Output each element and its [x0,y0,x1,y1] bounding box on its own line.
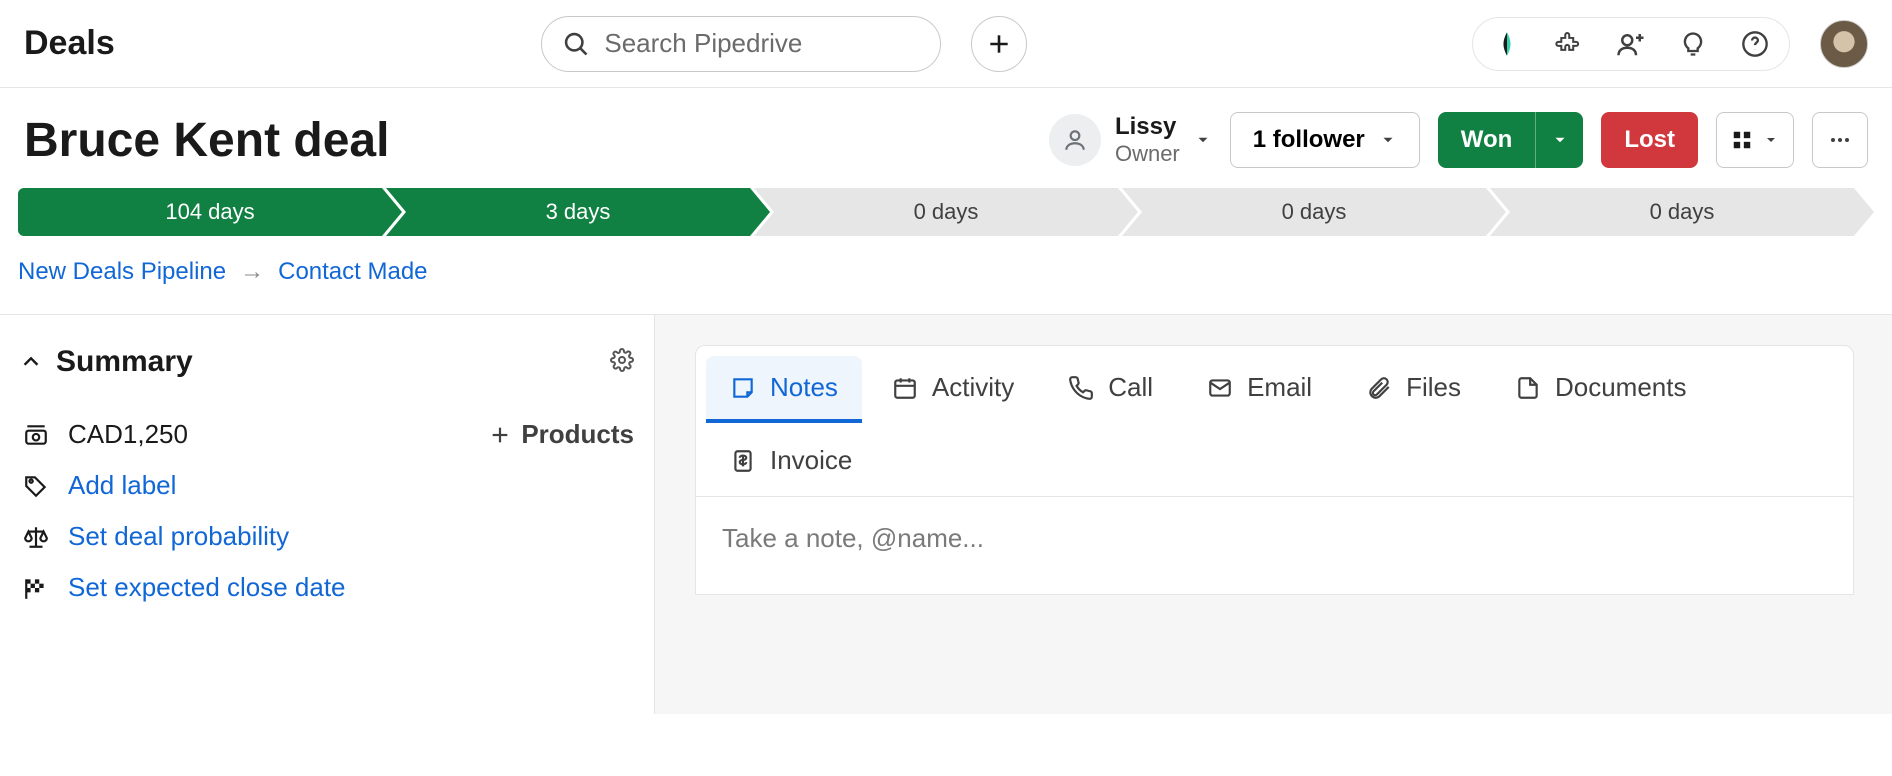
tab-bar: Notes Activity Call Email Files [696,346,1853,496]
help-icon[interactable] [1735,24,1775,64]
person-icon [1049,114,1101,166]
deal-title[interactable]: Bruce Kent deal [24,113,389,168]
summary-panel: Summary CAD1,250 Products Add label [0,315,655,714]
tab-email[interactable]: Email [1183,356,1336,423]
invoice-icon [730,448,756,474]
owner-role: Owner [1115,141,1180,167]
breadcrumb-pipeline-link[interactable]: New Deals Pipeline [18,258,226,286]
caret-down-icon [1379,131,1397,149]
set-probability-link[interactable]: Set deal probability [20,511,634,562]
search-field[interactable] [541,16,941,72]
followers-label: 1 follower [1253,126,1365,154]
chevron-up-icon [20,351,42,373]
caret-down-icon [1194,131,1212,149]
pipeline-stage[interactable]: 3 days [386,188,770,236]
main-content: Summary CAD1,250 Products Add label [0,314,1892,714]
add-button[interactable] [971,16,1027,72]
caret-down-icon [1551,131,1569,149]
note-input-area[interactable] [696,496,1853,594]
add-label-link[interactable]: Add label [20,460,634,511]
user-avatar[interactable] [1820,20,1868,68]
breadcrumb-stage-link[interactable]: Contact Made [278,258,427,286]
tab-files[interactable]: Files [1342,356,1485,423]
scale-icon [20,524,52,550]
set-close-date-link[interactable]: Set expected close date [20,562,634,613]
summary-title: Summary [56,345,193,379]
plus-icon [489,424,511,446]
deal-value-row[interactable]: CAD1,250 Products [20,409,634,460]
gear-icon [610,348,634,372]
pipeline-stage[interactable]: 0 days [1122,188,1506,236]
tab-call[interactable]: Call [1044,356,1177,423]
app-title: Deals [24,24,115,63]
grid-icon [1731,129,1753,151]
followers-button[interactable]: 1 follower [1230,112,1420,168]
calendar-icon [892,375,918,401]
summary-header[interactable]: Summary [20,345,634,379]
deal-header: Bruce Kent deal Lissy Owner 1 follower W… [0,88,1892,188]
chevron-right-icon: → [240,258,264,286]
owner-chip[interactable]: Lissy Owner [1049,113,1212,167]
tab-notes[interactable]: Notes [706,356,862,423]
summary-settings[interactable] [610,348,634,377]
won-dropdown[interactable] [1535,112,1583,168]
extensions-icon[interactable] [1549,24,1589,64]
paperclip-icon [1366,375,1392,401]
pipeline-stage[interactable]: 0 days [1490,188,1874,236]
money-icon [20,422,52,448]
document-icon [1515,375,1541,401]
plus-icon [986,31,1012,57]
lost-button[interactable]: Lost [1601,112,1698,168]
tab-documents[interactable]: Documents [1491,356,1711,423]
activity-panel: Notes Activity Call Email Files [655,315,1892,714]
note-icon [730,375,756,401]
tag-icon [20,473,52,499]
phone-icon [1068,375,1094,401]
tab-activity[interactable]: Activity [868,356,1038,423]
top-nav: Deals [0,0,1892,88]
invite-user-icon[interactable] [1611,24,1651,64]
tabs-card: Notes Activity Call Email Files [695,345,1854,595]
owner-name: Lissy [1115,113,1180,141]
layout-button[interactable] [1716,112,1794,168]
won-button[interactable]: Won [1438,112,1536,168]
assistant-icon[interactable] [1487,24,1527,64]
search-icon [562,30,590,58]
products-link[interactable]: Products [489,419,634,450]
tips-icon[interactable] [1673,24,1713,64]
search-input[interactable] [604,28,920,59]
breadcrumb: New Deals Pipeline → Contact Made [0,236,1892,314]
owner-text: Lissy Owner [1115,113,1180,167]
tab-invoice[interactable]: Invoice [706,429,876,496]
more-horizontal-icon [1828,128,1852,152]
won-split-button: Won [1438,112,1584,168]
mail-icon [1207,375,1233,401]
nav-icon-group [1472,17,1790,71]
caret-down-icon [1763,132,1779,148]
note-input[interactable] [722,523,1827,554]
pipeline-stage[interactable]: 0 days [754,188,1138,236]
flag-icon [20,575,52,601]
more-actions-button[interactable] [1812,112,1868,168]
pipeline-stage[interactable]: 104 days [18,188,402,236]
deal-value: CAD1,250 [68,419,188,450]
pipeline-stages: 104 days 3 days 0 days 0 days 0 days [0,188,1892,236]
